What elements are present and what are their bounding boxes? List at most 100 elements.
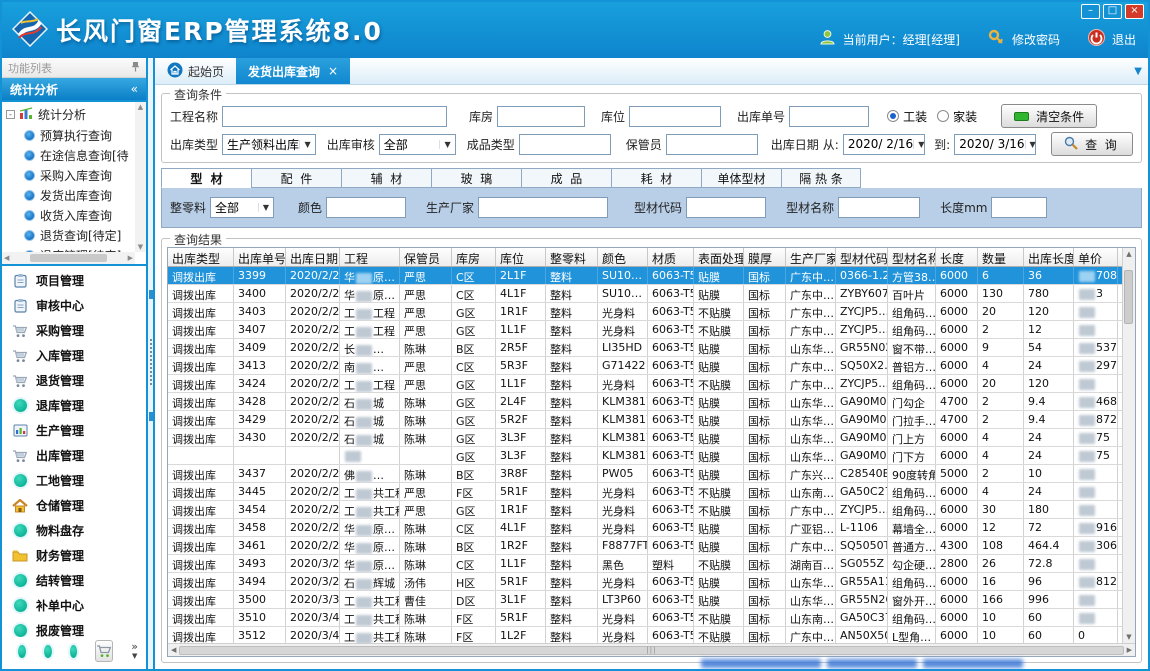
sidebar-item-退货管理[interactable]: 退货管理 [2, 368, 146, 393]
sidebar-item-物料盘存[interactable]: 物料盘存 [2, 518, 146, 543]
date-from-select[interactable]: 2020/ 2/16▼ [843, 134, 925, 155]
radio-unselected-icon[interactable] [937, 110, 949, 122]
section-header[interactable]: 统计分析 « [2, 78, 146, 100]
sidebar-item-审核中心[interactable]: 审核中心 [2, 293, 146, 318]
product-type-input[interactable] [519, 134, 611, 155]
change-password-link[interactable]: 修改密码 [1012, 31, 1060, 48]
material-tab-辅材[interactable]: 辅 材 [341, 168, 431, 188]
tab-active[interactable]: 发货出库查询 × [236, 58, 350, 84]
cart-button[interactable] [95, 640, 113, 662]
sidebar-item-入库管理[interactable]: 入库管理 [2, 343, 146, 368]
sidebar-item-退库管理[interactable]: 退库管理 [2, 393, 146, 418]
profile-name-input[interactable] [838, 197, 920, 218]
location-input[interactable] [629, 106, 721, 127]
column-header-生产厂家[interactable]: 生产厂家 [786, 248, 836, 266]
material-tab-型材[interactable]: 型 材 [161, 168, 251, 188]
tab-close-icon[interactable]: × [328, 64, 338, 78]
table-row[interactable]: 调拨出库34242020/2/26工工程严思G区1L1F整料光身料6063-T5… [168, 375, 1122, 393]
module-dot-icon[interactable] [44, 645, 52, 658]
material-tab-隔热条[interactable]: 隔 热 条 [781, 168, 861, 188]
tree-item-发货出库查询[interactable]: 发货出库查询 [6, 185, 146, 205]
table-row[interactable]: 调拨出库34582020/2/28华原…陈琳C区4L1F整料光身料6063-T5… [168, 519, 1122, 537]
radio-workwear[interactable]: 工装 [887, 108, 927, 125]
tab-home[interactable]: 起始页 [155, 58, 236, 84]
material-tab-耗材[interactable]: 耗 材 [611, 168, 701, 188]
table-row[interactable]: 调拨出库34942020/3/2石辉城汤伟H区5R1F整料光身料6063-T5贴… [168, 573, 1122, 591]
sidebar-item-项目管理[interactable]: 项目管理 [2, 268, 146, 293]
column-header-库房[interactable]: 库房 [452, 248, 496, 266]
search-button[interactable]: 查 询 [1051, 132, 1133, 156]
table-row[interactable]: 调拨出库35102020/3/4工共工程陈琳F区5R1F整料光身料6063-T5… [168, 609, 1122, 627]
table-row[interactable]: 调拨出库34302020/2/26石城陈琳G区3L3F整料KLM38176063… [168, 429, 1122, 447]
whole-part-select[interactable]: 全部▼ [210, 197, 274, 218]
material-tab-玻璃[interactable]: 玻 璃 [431, 168, 521, 188]
profile-code-input[interactable] [686, 197, 766, 218]
clear-conditions-button[interactable]: 清空条件 [1001, 104, 1097, 128]
column-header-型材代码[interactable]: 型材代码 [836, 248, 888, 266]
tree-item-采购入库查询[interactable]: 采购入库查询 [6, 165, 146, 185]
sidebar-item-结转管理[interactable]: 结转管理 [2, 568, 146, 593]
sidebar-item-采购管理[interactable]: 采购管理 [2, 318, 146, 343]
more-modules-button[interactable]: »▼ [131, 643, 138, 660]
tab-list-dropdown-icon[interactable]: ▼ [1134, 66, 1148, 77]
manufacturer-input[interactable] [478, 197, 608, 218]
sidebar-item-财务管理[interactable]: 财务管理 [2, 543, 146, 568]
table-row[interactable]: 调拨出库34292020/2/26石城陈琳G区5R2F整料KLM38176063… [168, 411, 1122, 429]
length-input[interactable] [991, 197, 1047, 218]
table-row[interactable]: 调拨出库34612020/2/28华原…陈琳B区1R2F整料F8877FT606… [168, 537, 1122, 555]
table-row[interactable]: 调拨出库34132020/2/26南…严思C区5R3F整料G714226063-… [168, 357, 1122, 375]
column-header-工程[interactable]: 工程 [340, 248, 400, 266]
tree-item-预算执行查询[interactable]: 预算执行查询 [6, 125, 146, 145]
sidebar-splitter[interactable] [148, 58, 155, 669]
column-header-出库单号[interactable]: 出库单号 [234, 248, 286, 266]
column-header-型材名称[interactable]: 型材名称 [888, 248, 936, 266]
table-row[interactable]: 调拨出库34282020/2/26石城陈琳G区2L4F整料KLM38176063… [168, 393, 1122, 411]
table-row[interactable]: 调拨出库35002020/3/3工共工程曹佳D区3L1F整料LT3P606063… [168, 591, 1122, 609]
warehouse-input[interactable] [497, 106, 585, 127]
table-row[interactable]: 调拨出库34002020/2/25华原…严思C区4L1F整料SU10…6063-… [168, 285, 1122, 303]
collapse-icon[interactable]: « [131, 82, 138, 96]
tree-item-收货入库查询[interactable]: 收货入库查询 [6, 205, 146, 225]
column-header-数量[interactable]: 数量 [978, 248, 1024, 266]
color-input[interactable] [326, 197, 406, 218]
logout-link[interactable]: 退出 [1112, 31, 1136, 48]
column-header-颜色[interactable]: 颜色 [598, 248, 648, 266]
audit-select[interactable]: 全部▼ [379, 134, 456, 155]
table-row[interactable]: 调拨出库34542020/2/28工共工程严思G区1R1F整料光身料6063-T… [168, 501, 1122, 519]
tree-item-在途信息查询[待[interactable]: 在途信息查询[待 [6, 145, 146, 165]
table-row[interactable]: G区3L3F整料KLM38176063-T5贴膜国标山东华…GA90M09.门下… [168, 447, 1122, 465]
table-row[interactable]: 调拨出库34372020/2/27佛…陈琳B区3R8F整料PW056063-T5… [168, 465, 1122, 483]
table-row[interactable]: 调拨出库33992020/2/25华原…严思C区2L1F整料SU10…6063-… [168, 267, 1122, 285]
column-header-材质[interactable]: 材质 [648, 248, 694, 266]
sidebar-item-工地管理[interactable]: 工地管理 [2, 468, 146, 493]
sidebar-item-生产管理[interactable]: 生产管理 [2, 418, 146, 443]
tree-vertical-scrollbar[interactable]: ▲▼ [135, 102, 146, 252]
sidebar-item-出库管理[interactable]: 出库管理 [2, 443, 146, 468]
column-header-出库长度[interactable]: 出库长度 [1024, 248, 1074, 266]
table-row[interactable]: 调拨出库34452020/2/27工共工程严思F区5R1F整料光身料6063-T… [168, 483, 1122, 501]
module-dot-icon[interactable] [70, 645, 78, 658]
sidebar-item-补单中心[interactable]: 补单中心 [2, 593, 146, 618]
table-row[interactable]: 调拨出库34932020/3/2华原…陈琳C区1L1F整料黑色塑料不贴膜国标湖南… [168, 555, 1122, 573]
table-row[interactable]: 调拨出库34032020/2/25工工程严思G区1R1F整料光身料6063-T5… [168, 303, 1122, 321]
tree-item-退货查询[待定][interactable]: 退货查询[待定] [6, 225, 146, 245]
outbound-type-select[interactable]: 生产领料出库▼ [222, 134, 316, 155]
project-name-input[interactable] [222, 106, 447, 127]
sidebar-item-报废管理[interactable]: 报废管理 [2, 618, 146, 637]
column-header-保管员[interactable]: 保管员 [400, 248, 452, 266]
column-header-单价[interactable]: 单价 [1074, 248, 1118, 266]
horizontal-scrollbar[interactable]: ◀|||▶ [168, 643, 1135, 656]
column-header-长度[interactable]: 长度 [936, 248, 978, 266]
keeper-input[interactable] [666, 134, 758, 155]
radio-homewear[interactable]: 家装 [937, 108, 977, 125]
module-dot-icon[interactable] [18, 645, 26, 658]
column-header-膜厚[interactable]: 膜厚 [744, 248, 786, 266]
table-row[interactable]: 调拨出库34072020/2/25工工程严思G区1L1F整料光身料6063-T5… [168, 321, 1122, 339]
radio-selected-icon[interactable] [887, 110, 899, 122]
column-header-库位[interactable]: 库位 [496, 248, 546, 266]
column-header-出库日期[interactable]: 出库日期 [286, 248, 340, 266]
horizontal-scrollbar-thumb[interactable]: ||| [179, 646, 1123, 655]
tree-root[interactable]: - 统计分析 [6, 104, 146, 125]
material-tab-配件[interactable]: 配 件 [251, 168, 341, 188]
pin-icon[interactable] [131, 61, 140, 75]
